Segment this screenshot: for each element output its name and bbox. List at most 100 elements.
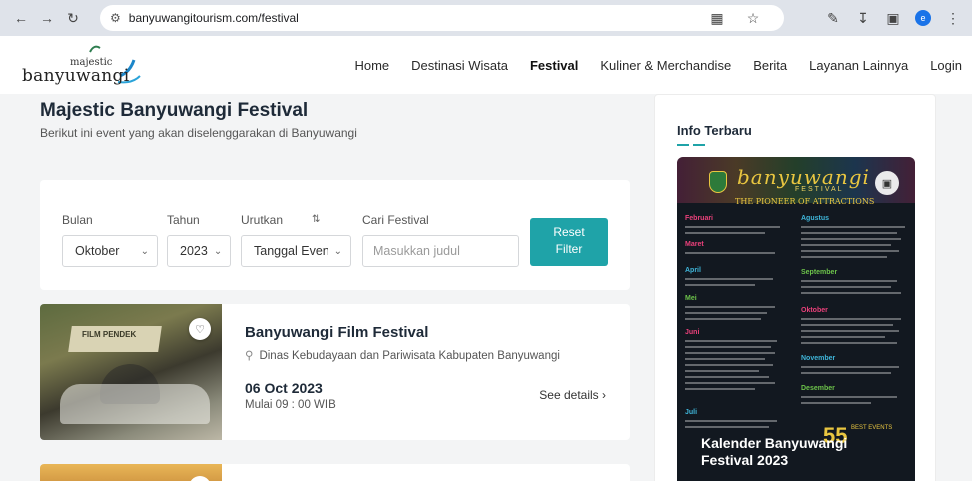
year-select[interactable]: 2023 ⌄ <box>167 235 231 267</box>
browser-toolbar: ← → ↻ ⚙ banyuwangitourism.com/festival ▦… <box>0 0 972 36</box>
poster-emblem-icon <box>709 171 727 193</box>
see-details-link[interactable]: See details › <box>539 388 606 402</box>
poster-line <box>801 244 891 246</box>
poster-line <box>801 366 899 368</box>
logo-banyuwangi-text: banyuwangi <box>22 66 130 86</box>
poster-month: Mei <box>685 295 697 302</box>
poster-line <box>801 280 897 282</box>
poster-line <box>801 292 901 294</box>
poster-line <box>801 336 885 338</box>
poster-caption[interactable]: Kalender Banyuwangi Festival 2023 <box>701 435 901 469</box>
poster-line <box>685 426 769 428</box>
address-bar[interactable]: ⚙ banyuwangitourism.com/festival ▦ ☆ <box>100 5 784 31</box>
poster-line <box>801 238 901 240</box>
translate-icon[interactable]: ▦ <box>704 5 730 31</box>
poster-line <box>685 420 777 422</box>
poster-line <box>685 278 773 280</box>
poster-line <box>801 318 901 320</box>
year-value: 2023 <box>180 244 208 258</box>
poster-line <box>685 388 755 390</box>
sort-value: Tanggal Event <box>254 244 328 258</box>
forward-icon[interactable]: → <box>34 5 60 31</box>
bookmark-star-icon[interactable]: ☆ <box>740 5 766 31</box>
chevron-down-icon: ⌄ <box>213 245 223 257</box>
poster-line <box>685 370 759 372</box>
poster-line <box>801 286 891 288</box>
poster-line <box>801 232 897 234</box>
reset-label-line2: Filter <box>555 242 583 256</box>
chevron-right-icon: › <box>602 388 606 402</box>
poster-month: Juni <box>685 329 700 336</box>
poster-line <box>685 358 765 360</box>
nav-login[interactable]: Login <box>930 58 962 73</box>
nav-home[interactable]: Home <box>354 58 389 73</box>
nav-kuliner-merchandise[interactable]: Kuliner & Merchandise <box>600 58 731 73</box>
extensions-icon[interactable]: ✎ <box>820 5 846 31</box>
poster-line <box>685 346 771 348</box>
page-subtitle: Berikut ini event yang akan diselenggara… <box>40 126 357 140</box>
festival-calendar-poster[interactable]: banyuwangi FESTIVAL THE PIONEER OF ATTRA… <box>677 157 915 481</box>
poster-line <box>685 312 767 314</box>
sort-label: Urutkan <box>241 213 284 227</box>
poster-line <box>685 252 775 254</box>
event-location: ⚲ Dinas Kebudayaan dan Pariwisata Kabupat… <box>245 348 560 362</box>
poster-month: Desember <box>801 385 835 392</box>
month-select[interactable]: Oktober ⌄ <box>62 235 158 267</box>
filter-card: Bulan Oktober ⌄ Tahun 2023 ⌄ Urutkan ⇅ T… <box>40 180 630 290</box>
profile-avatar[interactable]: e <box>910 5 936 31</box>
back-icon[interactable]: ← <box>8 5 34 31</box>
nav-festival[interactable]: Festival <box>530 58 578 73</box>
poster-month: Agustus <box>801 215 829 222</box>
chevron-down-icon: ⌄ <box>140 245 149 257</box>
event-date: 06 Oct 2023 <box>245 380 323 396</box>
poster-month: Februari <box>685 215 714 222</box>
poster-line <box>685 306 775 308</box>
search-label: Cari Festival <box>362 213 429 227</box>
poster-badge-text: BEST EVENTS <box>851 425 893 431</box>
sort-icon[interactable]: ⇅ <box>312 214 320 225</box>
year-label: Tahun <box>167 213 200 227</box>
url-text[interactable]: banyuwangitourism.com/festival <box>129 11 299 25</box>
info-terbaru-panel: Info Terbaru banyuwangi FESTIVAL THE PIO… <box>654 94 936 481</box>
poster-line <box>801 256 887 258</box>
reset-label-line1: Reset <box>553 225 585 239</box>
poster-line <box>685 318 761 320</box>
image-gallery-icon[interactable]: ▣ <box>875 171 899 195</box>
poster-line <box>801 250 899 252</box>
main-nav: Home Destinasi Wisata Festival Kuliner &… <box>332 36 962 94</box>
download-icon[interactable]: ↧ <box>850 5 876 31</box>
site-logo[interactable]: majestic banyuwangi <box>22 42 162 88</box>
poster-line <box>685 364 773 366</box>
poster-month: Juli <box>685 409 698 416</box>
poster-line <box>685 232 765 234</box>
nav-berita[interactable]: Berita <box>753 58 787 73</box>
poster-month: Maret <box>685 241 704 248</box>
sidebar-icon[interactable]: ▣ <box>880 5 906 31</box>
poster-month: Oktober <box>801 307 828 314</box>
event-image-audience <box>60 384 210 424</box>
favorite-heart-icon[interactable]: ♡ <box>189 318 211 340</box>
poster-tagline: THE PIONEER OF ATTRACTIONS <box>735 197 875 206</box>
event-location-text: Dinas Kebudayaan dan Pariwisata Kabupate… <box>259 350 560 362</box>
event-time: Mulai 09 : 00 WIB <box>245 399 336 411</box>
site-header: majestic banyuwangi Home Destinasi Wisat… <box>0 36 972 94</box>
event-image-banner-text: FILM PENDEK <box>82 330 137 339</box>
nav-destinasi-wisata[interactable]: Destinasi Wisata <box>411 58 508 73</box>
month-value: Oktober <box>75 244 120 258</box>
event-card[interactable] <box>40 464 630 481</box>
poster-line <box>801 372 891 374</box>
event-title[interactable]: Banyuwangi Film Festival <box>245 324 428 341</box>
poster-line <box>685 340 777 342</box>
sort-select[interactable]: Tanggal Event ⌄ <box>241 235 351 267</box>
poster-line <box>801 396 897 398</box>
event-image[interactable]: FILM PENDEK ♡ <box>40 304 222 440</box>
poster-month: September <box>801 269 838 276</box>
reset-filter-button[interactable]: Reset Filter <box>530 218 608 266</box>
nav-layanan-lainnya[interactable]: Layanan Lainnya <box>809 58 908 73</box>
month-label: Bulan <box>62 213 93 227</box>
reload-icon[interactable]: ↻ <box>60 5 86 31</box>
menu-dots-icon[interactable]: ⋮ <box>940 5 966 31</box>
site-info-icon[interactable]: ⚙ <box>110 11 121 25</box>
search-input[interactable]: Masukkan judul <box>362 235 519 267</box>
event-card[interactable]: FILM PENDEK ♡ Banyuwangi Film Festival ⚲… <box>40 304 630 440</box>
